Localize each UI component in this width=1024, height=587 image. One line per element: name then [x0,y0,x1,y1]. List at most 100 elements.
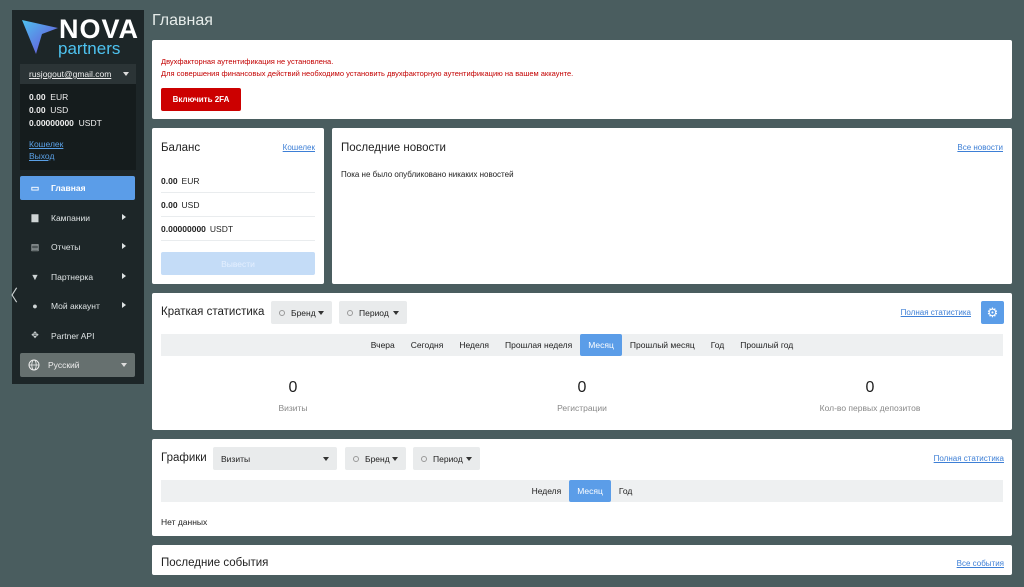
charts-empty-text: Нет данных [161,517,208,527]
all-events-link[interactable]: Все события [957,559,1004,568]
chevron-down-icon [466,456,472,461]
chevron-right-icon [122,213,126,220]
logo[interactable]: NOVA partners [12,10,144,66]
tab-last-week[interactable]: Прошлая неделя [497,334,580,356]
stats-settings-button[interactable]: ⚙ [981,301,1004,324]
charts-brand-select[interactable]: Бренд [345,447,406,470]
twofa-alert-line1: Двухфакторная аутентификация не установл… [161,57,334,66]
language-select[interactable]: Русский [20,353,135,377]
tab-year[interactable]: Год [703,334,733,356]
charts-full-stats-link[interactable]: Полная статистика [934,454,1004,463]
diamond-icon: ▼ [30,271,40,282]
sidebar-balance-usdt: 0.00000000 USDT [29,118,102,128]
balance-card: Баланс Кошелек 0.00 EUR 0.00 USD 0.0000000… [152,128,324,284]
sidebar-balance-eur: 0.00 EUR [29,92,69,102]
charts-period-tabs: Неделя Месяц Год [161,480,1003,502]
divider [161,216,315,217]
sidebar-item-campaigns[interactable]: ▆ Кампании [20,206,135,230]
sidebar-item-label: Главная [51,183,86,193]
news-empty-text: Пока не было опубликовано никаких новост… [341,170,514,179]
tab-last-year[interactable]: Прошлый год [732,334,801,356]
logout-link[interactable]: Выход [29,150,127,162]
brand-select[interactable]: Бренд [271,301,332,324]
charts-card: Графики Визиты Бренд Период Полная стати… [152,439,1012,536]
globe-icon [28,359,40,371]
sidebar-collapse-icon[interactable]: 〈 [2,282,18,306]
enable-2fa-button[interactable]: Включить 2FA [161,88,241,111]
quick-stats-title: Краткая статистика [161,306,265,318]
balance-row-eur: 0.00 EUR [161,176,200,186]
chevron-down-icon [123,72,129,76]
quick-stats-card: Краткая статистика Бренд Период Полная с… [152,293,1012,430]
radio-icon [353,455,359,462]
page-title: Главная [152,12,213,29]
sidebar-item-home[interactable]: ▭ Главная [20,176,135,200]
sidebar-item-reports[interactable]: ▤ Отчеты [20,235,135,259]
full-stats-link[interactable]: Полная статистика [901,308,971,317]
balance-title: Баланс [161,142,201,154]
chevron-down-icon [121,363,127,367]
sidebar-balance-usd: 0.00 USD [29,105,69,115]
sidebar-item-label: Партнерка [51,271,94,282]
sidebar-item-my-account[interactable]: ● Мой аккаунт [20,294,135,318]
twofa-alert-card: Двухфакторная аутентификация не установл… [152,40,1012,119]
events-title: Последние события [161,557,269,569]
sidebar-menu: ▭ Главная ▆ Кампании ▤ Отчеты ▼ Партнерк… [20,176,135,353]
withdraw-button[interactable]: Вывести [161,252,315,275]
radio-icon [421,455,427,462]
stat-label: Визиты [278,403,308,413]
briefcase-icon: ▆ [31,212,39,222]
wallet-link[interactable]: Кошелек [29,138,127,150]
brand-select-label: Бренд [291,307,316,318]
charts-period-select[interactable]: Период [413,447,480,470]
charts-title: Графики [161,452,207,464]
balance-wallet-link[interactable]: Кошелек [283,143,315,152]
stat-label: Кол-во первых депозитов [819,403,921,413]
metric-select[interactable]: Визиты [213,447,337,470]
sidebar: NOVA partners rusjogout@gmail.com 0.00 E… [12,10,144,384]
sidebar-balances: 0.00 EUR 0.00 USD 0.00000000 USDT [20,84,136,130]
quick-stats-period-tabs: Вчера Сегодня Неделя Прошлая неделя Меся… [161,334,1003,356]
chevron-down-icon [323,456,329,461]
balance-row-usd: 0.00 USD [161,200,200,210]
period-select-label: Период [433,453,463,464]
sidebar-item-label: Мой аккаунт [51,301,100,311]
tab-month[interactable]: Месяц [569,480,611,502]
user-icon: ● [32,301,38,311]
card-icon: ▭ [30,182,40,193]
period-select[interactable]: Период [339,301,407,324]
gear-icon: ⚙ [986,304,999,320]
metric-select-label: Визиты [221,453,251,464]
tab-month[interactable]: Месяц [580,334,622,356]
account-dropdown[interactable]: rusjogout@gmail.com [20,64,136,84]
stat-first-deposits: 0 Кол-во первых депозитов [730,379,1010,413]
stat-visits: 0 Визиты [153,379,433,413]
chevron-right-icon [122,302,126,308]
account-block: rusjogout@gmail.com 0.00 EUR 0.00 USD 0.… [20,64,136,170]
sidebar-item-label: Кампании [51,212,91,223]
tab-today[interactable]: Сегодня [403,334,452,356]
stat-registrations: 0 Регистрации [442,379,722,413]
sidebar-item-partner[interactable]: ▼ Партнерка [20,265,135,289]
divider [161,192,315,193]
language-label: Русский [48,360,80,370]
twofa-alert-line2: Для совершения финансовых действий необх… [161,69,574,78]
tab-last-month[interactable]: Прошлый месяц [622,334,703,356]
stat-label: Регистрации [557,403,607,413]
radio-icon [279,309,285,316]
sidebar-item-label: Partner API [51,330,95,341]
radio-icon [347,309,353,316]
tab-yesterday[interactable]: Вчера [363,334,403,356]
tab-week[interactable]: Неделя [524,480,570,502]
tab-year[interactable]: Год [611,480,641,502]
chevron-down-icon [392,456,398,461]
report-icon: ▤ [30,241,40,252]
news-card: Последние новости Все новости Пока не бы… [332,128,1012,284]
tab-week[interactable]: Неделя [451,334,497,356]
sidebar-item-label: Отчеты [51,242,81,252]
all-news-link[interactable]: Все новости [957,143,1003,152]
arrows-icon: ✥ [31,330,39,340]
news-title: Последние новости [341,142,446,154]
balance-row-usdt: 0.00000000 USDT [161,224,234,234]
sidebar-item-partner-api[interactable]: ✥ Partner API [20,324,135,348]
